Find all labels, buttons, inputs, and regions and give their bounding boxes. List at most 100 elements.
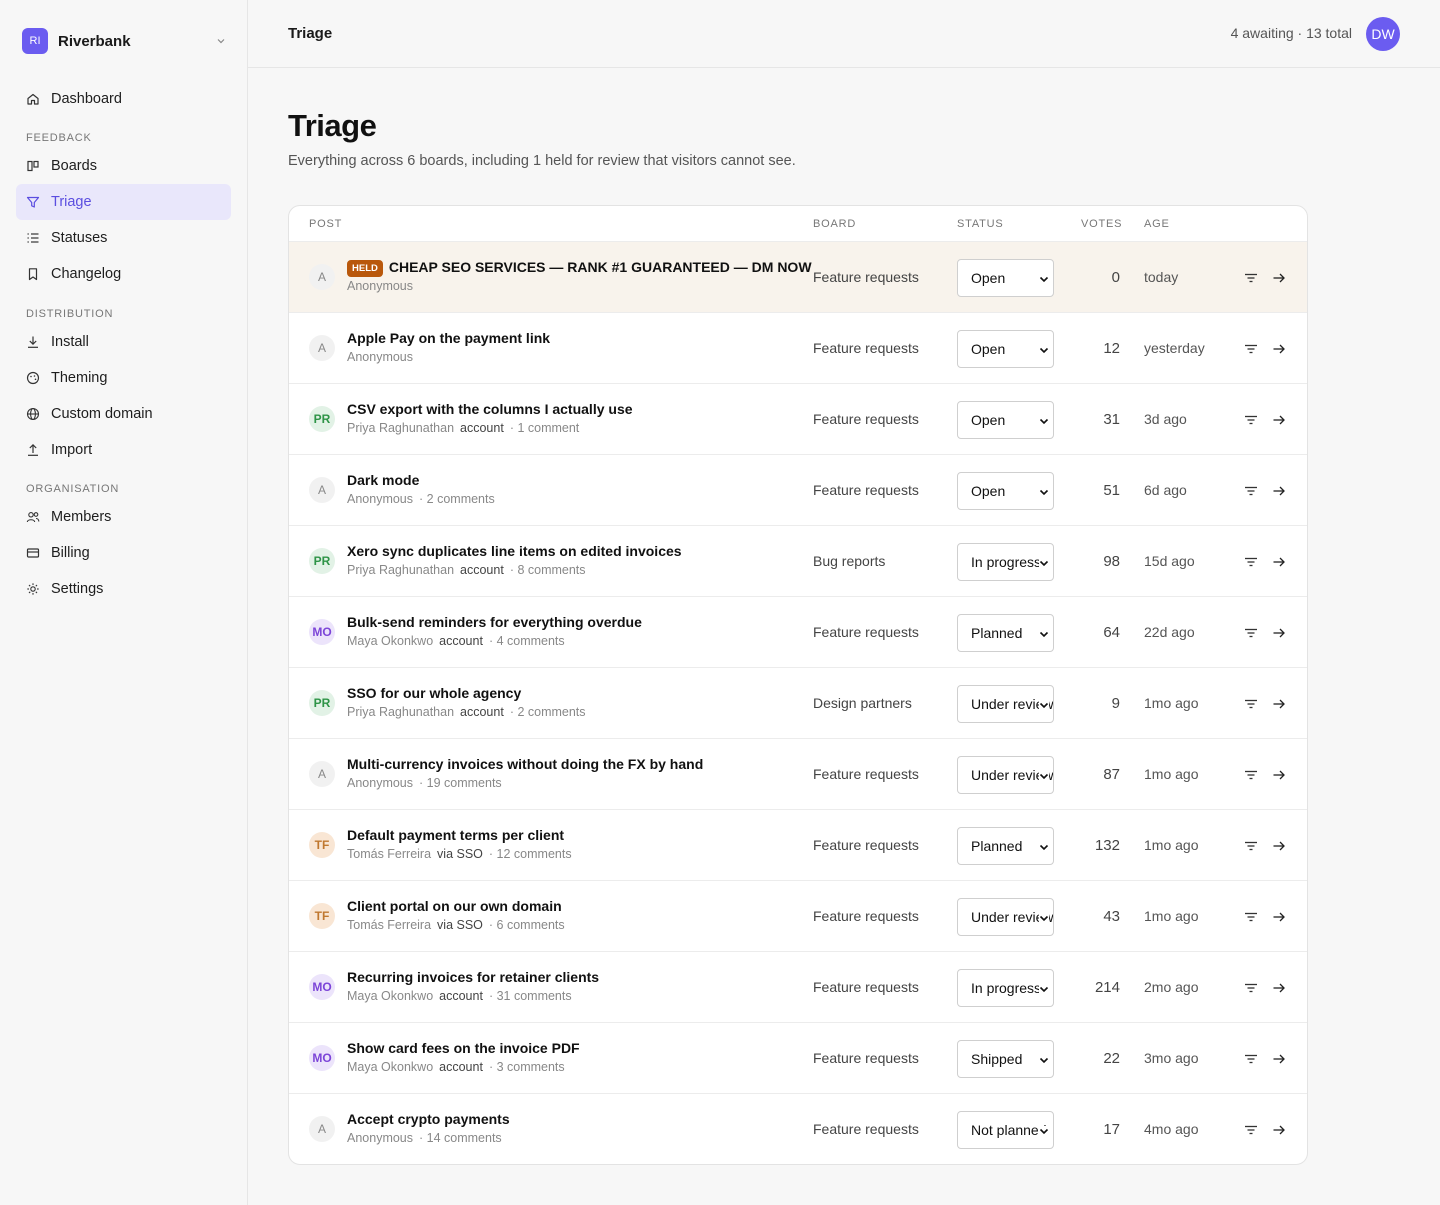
table-row[interactable]: MO Show card fees on the invoice PDF Maya … (289, 1023, 1307, 1094)
arrow-right-icon[interactable] (1272, 697, 1286, 711)
arrow-right-icon[interactable] (1272, 413, 1286, 427)
comment-count: · 2 comments (509, 705, 586, 719)
nav-item-boards[interactable]: Boards (16, 148, 231, 184)
arrow-right-icon[interactable] (1272, 484, 1286, 498)
filter-icon[interactable] (1244, 910, 1258, 924)
post-title[interactable]: Dark mode (347, 472, 419, 488)
post-title-text: Default payment terms per client (347, 827, 565, 843)
status-select[interactable]: Planned (957, 827, 1054, 865)
arrow-right-icon[interactable] (1272, 981, 1286, 995)
filter-icon[interactable] (1244, 626, 1258, 640)
nav-item-members[interactable]: Members (16, 499, 231, 535)
filter-icon[interactable] (1244, 981, 1258, 995)
nav-item-changelog[interactable]: Changelog (16, 256, 231, 292)
nav-item-billing[interactable]: Billing (16, 535, 231, 571)
comment-count: · 14 comments (419, 1131, 502, 1145)
post-title[interactable]: Apple Pay on the payment link (347, 330, 550, 346)
filter-icon[interactable] (1244, 413, 1258, 427)
post-title[interactable]: Bulk-send reminders for everything overd… (347, 614, 642, 630)
comment-count: · 8 comments (509, 563, 586, 577)
table-row[interactable]: A Dark mode Anonymous · 2 comments Feature r… (289, 455, 1307, 526)
arrow-right-icon[interactable] (1272, 910, 1286, 924)
users-icon (26, 512, 40, 523)
status-select[interactable]: Shipped (957, 1040, 1054, 1078)
user-avatar[interactable]: DW (1366, 17, 1400, 51)
table-row[interactable]: MO Recurring invoices for retainer client… (289, 952, 1307, 1023)
status-select[interactable]: Open (957, 259, 1054, 297)
status-select[interactable]: Open (957, 401, 1054, 439)
nav-item-statuses[interactable]: Statuses (16, 220, 231, 256)
arrow-right-icon[interactable] (1272, 342, 1286, 356)
nav-item-import[interactable]: Import (16, 432, 231, 468)
filter-icon[interactable] (1244, 697, 1258, 711)
table-row[interactable]: TF Default payment terms per client Tomás … (289, 810, 1307, 881)
nav-item-dashboard[interactable]: Dashboard (16, 81, 231, 117)
author-name: Anonymous (347, 279, 414, 293)
status-select[interactable]: Under review (957, 898, 1054, 936)
author-avatar: PR (309, 690, 335, 716)
status-select[interactable]: In progress (957, 543, 1054, 581)
post-title[interactable]: SSO for our whole agency (347, 685, 521, 701)
author-avatar: MO (309, 1045, 335, 1071)
nav-item-install[interactable]: Install (16, 324, 231, 360)
status-select[interactable]: Under review (957, 756, 1054, 794)
filter-icon[interactable] (1244, 271, 1258, 285)
table-row[interactable]: PR SSO for our whole agency Priya Raghunat… (289, 668, 1307, 739)
author-avatar: MO (309, 974, 335, 1000)
post-title[interactable]: Xero sync duplicates line items on edite… (347, 543, 682, 559)
post-title[interactable]: Recurring invoices for retainer clients (347, 969, 599, 985)
table-row[interactable]: PR Xero sync duplicates line items on edi… (289, 526, 1307, 597)
bookmark-icon (28, 268, 38, 281)
table-row[interactable]: PR CSV export with the columns I actually… (289, 384, 1307, 455)
post-title[interactable]: Show card fees on the invoice PDF (347, 1040, 580, 1056)
post-title[interactable]: HELD CHEAP SEO SERVICES — RANK #1 GUARANT… (347, 259, 812, 277)
post-title[interactable]: Multi-currency invoices without doing th… (347, 756, 703, 772)
post-title[interactable]: Client portal on our own domain (347, 898, 562, 914)
filter-icon[interactable] (1244, 1052, 1258, 1066)
filter-icon[interactable] (1244, 555, 1258, 569)
page-title: Triage (288, 108, 377, 143)
nav-item-custom-domain[interactable]: Custom domain (16, 396, 231, 432)
nav-item-triage[interactable]: Triage (16, 184, 231, 220)
filter-icon[interactable] (1244, 484, 1258, 498)
arrow-right-icon[interactable] (1272, 1052, 1286, 1066)
board-name: Feature requests (813, 269, 919, 285)
arrow-right-icon[interactable] (1272, 1123, 1286, 1137)
status-select[interactable]: Open (957, 330, 1054, 368)
download-icon (28, 336, 38, 348)
post-title[interactable]: Default payment terms per client (347, 827, 564, 843)
status-select[interactable]: Under review (957, 685, 1054, 723)
table-row[interactable]: A Accept crypto payments Anonymous · 14 com… (289, 1094, 1307, 1164)
workspace-switcher[interactable]: RI Riverbank (22, 28, 226, 54)
status-select[interactable]: Not planned (957, 1111, 1054, 1149)
arrow-right-icon[interactable] (1272, 626, 1286, 640)
filter-icon[interactable] (1244, 768, 1258, 782)
author-name: Priya Raghunathan (347, 421, 455, 435)
workspace-name: Riverbank (58, 32, 131, 50)
arrow-right-icon[interactable] (1272, 839, 1286, 853)
status-select[interactable]: Open (957, 472, 1054, 510)
filter-icon[interactable] (1244, 1123, 1258, 1137)
arrow-right-icon[interactable] (1272, 555, 1286, 569)
status-select[interactable]: In progress (957, 969, 1054, 1007)
filter-icon[interactable] (1244, 342, 1258, 356)
post-title[interactable]: Accept crypto payments (347, 1111, 510, 1127)
table-row[interactable]: A Multi-currency invoices without doing t… (289, 739, 1307, 810)
board-name: Feature requests (813, 624, 919, 640)
nav-item-theming[interactable]: Theming (16, 360, 231, 396)
post-title[interactable]: CSV export with the columns I actually u… (347, 401, 633, 417)
table-row[interactable]: A Apple Pay on the payment link Anonymous F… (289, 313, 1307, 384)
status-select[interactable]: Planned (957, 614, 1054, 652)
comment-count: · 12 comments (488, 847, 572, 861)
table-row[interactable]: TF Client portal on our own domain Tomás F… (289, 881, 1307, 952)
arrow-right-icon[interactable] (1272, 768, 1286, 782)
table-row[interactable]: MO Bulk-send reminders for everything ove… (289, 597, 1307, 668)
filter-icon[interactable] (1244, 839, 1258, 853)
workspace-badge: RI (22, 28, 48, 54)
table-row[interactable]: A HELD CHEAP SEO SERVICES — RANK #1 GUARAN… (289, 242, 1307, 313)
comment-count: · 6 comments (488, 918, 565, 932)
nav-item-label: Theming (51, 370, 108, 386)
nav-item-settings[interactable]: Settings (16, 571, 231, 607)
author-source-tag: account (439, 634, 483, 648)
arrow-right-icon[interactable] (1272, 271, 1286, 285)
